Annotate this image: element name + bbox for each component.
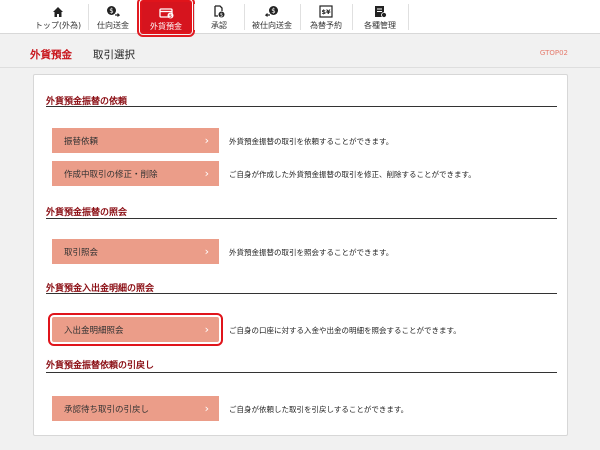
action-description: 外貨預金振替の取引を依頼することができます。 (229, 137, 394, 146)
edit-delete-draft-button[interactable]: 作成中取引の修正・削除 › (52, 161, 219, 186)
transaction-menu-panel: 外貨預金振替の依頼 振替依頼 › 外貨預金振替の取引を依頼することができます。 … (33, 74, 568, 436)
action-description: ご自身が作成した外貨預金振替の取引を修正、削除することができます。 (229, 170, 476, 179)
page-header: 外貨預金 取引選択 GTOP02 (0, 34, 600, 70)
button-label: 作成中取引の修正・削除 (64, 169, 158, 180)
nav-tab-top[interactable]: トップ(外為) (28, 0, 88, 34)
button-label: 振替依頼 (64, 136, 99, 147)
transaction-inquiry-button[interactable]: 取引照会 › (52, 239, 219, 264)
page-subtitle: 取引選択 (93, 49, 135, 61)
nav-tab-foreign-deposit[interactable]: $ 外貨預金 (137, 0, 195, 37)
action-description: ご自身が依頼した取引を引戻しすることができます。 (229, 405, 409, 414)
remit-in-icon: $ (265, 4, 279, 19)
screen-code: GTOP02 (539, 49, 568, 57)
button-label: 取引照会 (64, 247, 99, 258)
section-divider (46, 106, 557, 107)
page-title: 外貨預金 (30, 49, 72, 61)
nav-tab-label: 外貨預金 (150, 22, 182, 31)
svg-text:$: $ (220, 12, 223, 18)
nav-tab-label: 仕向送金 (97, 21, 129, 30)
svg-text:$: $ (168, 14, 171, 20)
chevron-right-icon: › (204, 134, 209, 147)
nav-tab-label: トップ(外為) (34, 21, 82, 30)
button-label: 承認待ち取引の引戻し (64, 404, 150, 415)
remit-out-icon: $ (106, 4, 120, 19)
section-title-request-withdrawal: 外貨預金振替依頼の引戻し (46, 361, 155, 371)
deposit-withdrawal-statement-button[interactable]: 入出金明細照会 › (48, 313, 223, 346)
section-title-transfer-inquiry: 外貨預金振替の照会 (46, 208, 128, 218)
nav-tab-label: 被仕向送金 (252, 21, 292, 30)
action-description: 外貨預金振替の取引を照会することができます。 (229, 248, 394, 257)
chevron-right-icon: › (204, 323, 209, 336)
nav-tab-remit-out[interactable]: $ 仕向送金 (88, 0, 138, 34)
section-divider (46, 372, 557, 373)
header-divider (0, 67, 600, 68)
nav-tab-remit-in[interactable]: $ 被仕向送金 (244, 0, 300, 34)
nav-tab-fx-contract[interactable]: $¥ 為替予約 (300, 0, 352, 34)
nav-tab-approval[interactable]: $ 承認 (194, 0, 244, 34)
chevron-right-icon: › (204, 402, 209, 415)
svg-text:$¥: $¥ (321, 8, 331, 16)
home-icon (52, 4, 64, 19)
nav-tab-management[interactable]: 各種管理 (352, 0, 408, 34)
nav-tab-label: 承認 (211, 21, 227, 30)
svg-text:$: $ (271, 7, 275, 15)
section-divider (46, 218, 557, 219)
button-label: 入出金明細照会 (64, 325, 124, 336)
nav-tab-label: 為替予約 (310, 21, 342, 30)
approval-icon: $ (213, 4, 225, 19)
chevron-right-icon: › (204, 245, 209, 258)
fx-contract-icon: $¥ (319, 4, 333, 19)
section-divider (46, 293, 557, 294)
nav-tab-label: 各種管理 (364, 21, 396, 30)
management-icon (374, 4, 387, 19)
action-description: ご自身の口座に対する入金や出金の明細を照会することができます。 (229, 326, 461, 335)
chevron-right-icon: › (204, 167, 209, 180)
foreign-deposit-icon: $ (158, 6, 174, 20)
transfer-request-button[interactable]: 振替依頼 › (52, 128, 219, 153)
withdraw-pending-approval-button[interactable]: 承認待ち取引の引戻し › (52, 396, 219, 421)
top-navigation: トップ(外為) $ 仕向送金 $ 外貨預金 $ 承認 $ 被仕向送金 $¥ 為替… (0, 0, 600, 37)
svg-text:$: $ (109, 7, 113, 15)
